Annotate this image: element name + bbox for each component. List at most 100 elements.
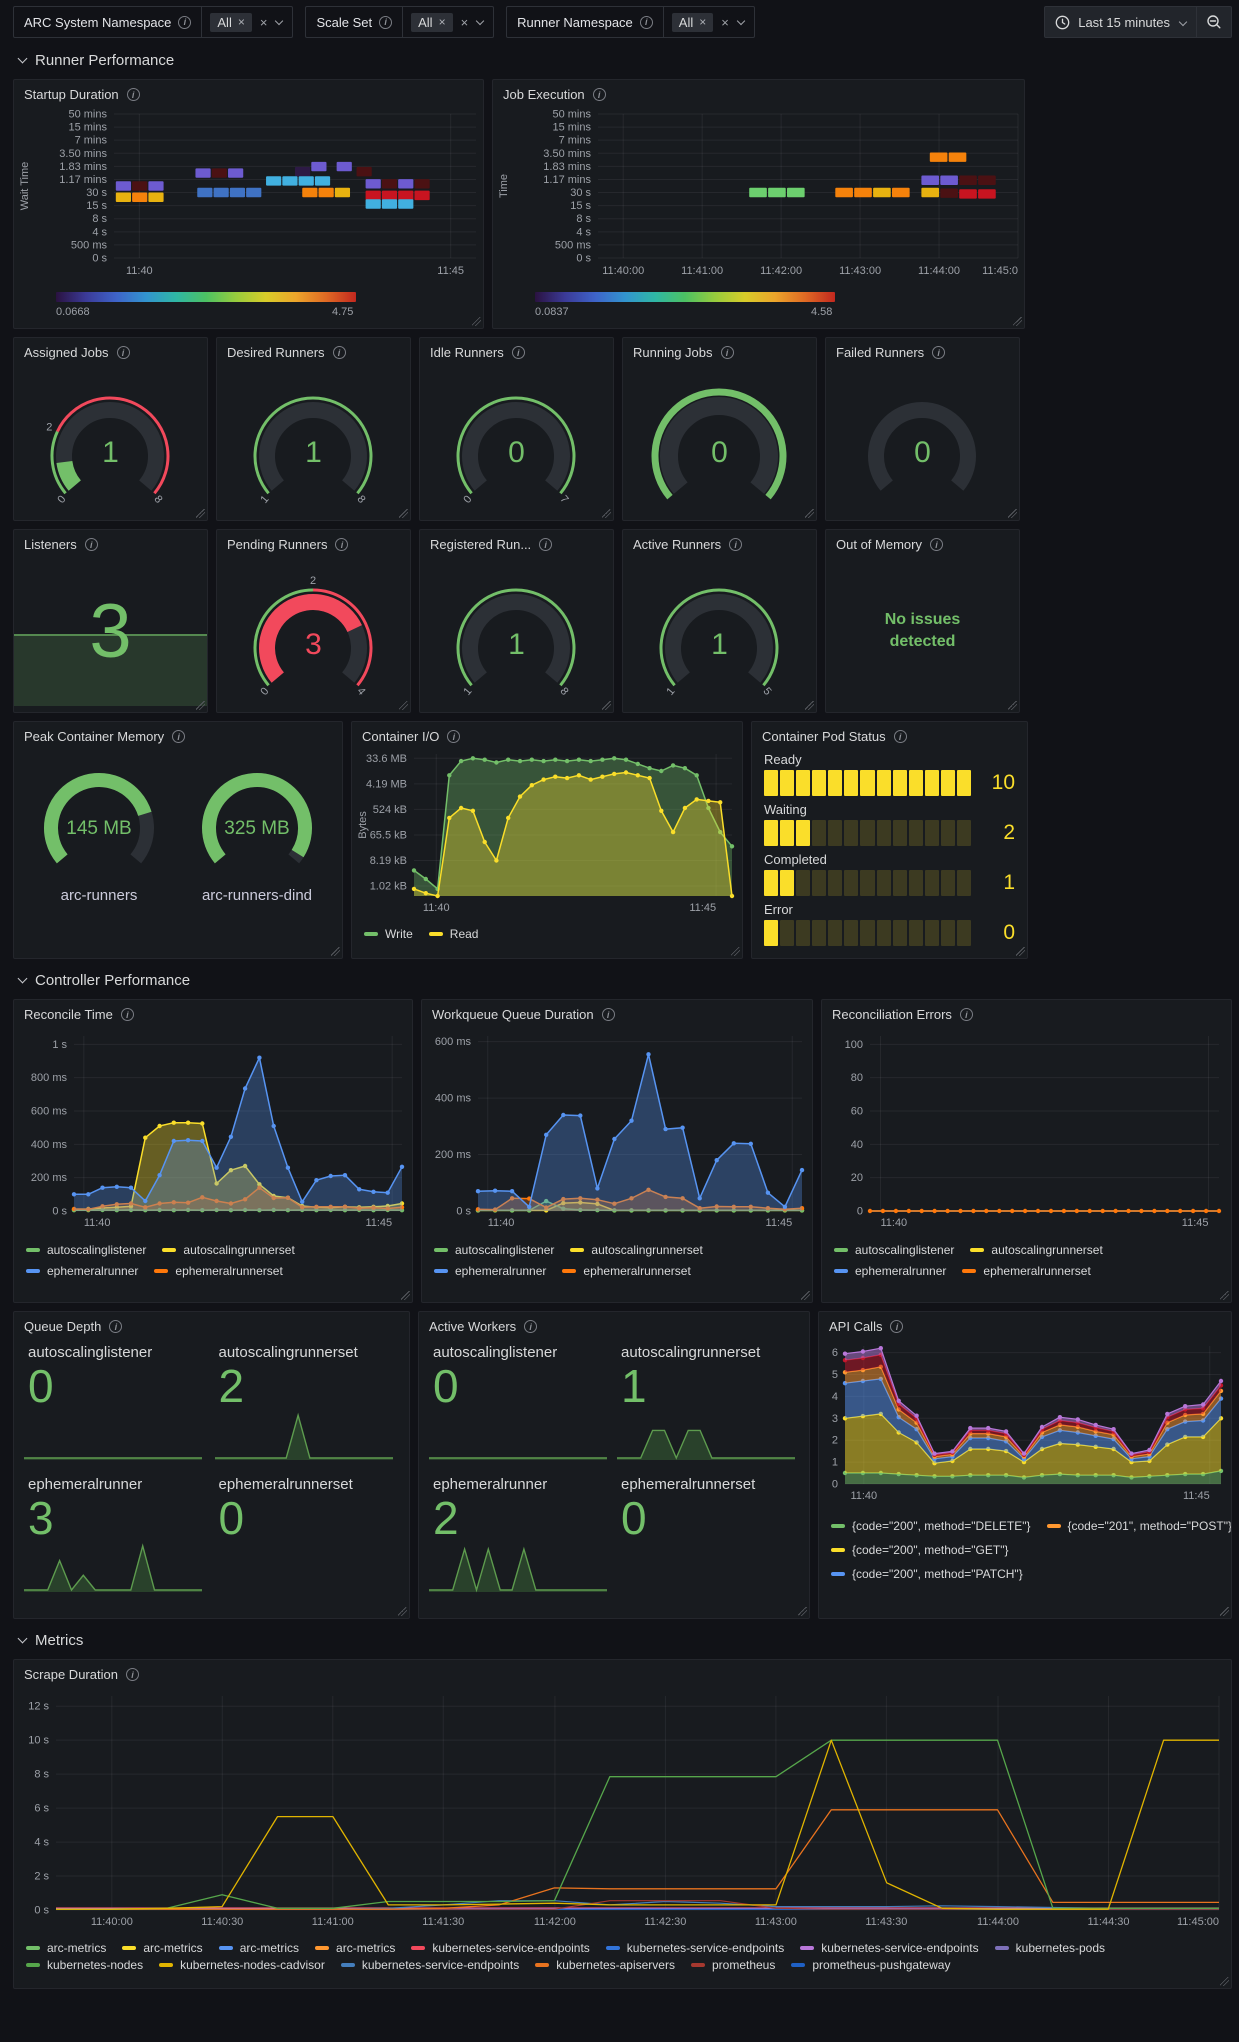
- panel-title[interactable]: API Calls: [829, 1319, 882, 1334]
- gauge[interactable]: 0 8 2 1: [14, 364, 207, 514]
- workqueue-chart[interactable]: 0 s 200 ms 400 ms 600 ms 11:40 11:45: [422, 1026, 813, 1236]
- info-icon[interactable]: i: [601, 1008, 615, 1021]
- info-icon[interactable]: i: [932, 346, 946, 359]
- filter-value-chip[interactable]: All ×: [671, 12, 714, 32]
- section-metrics[interactable]: Metrics: [17, 1629, 1232, 1651]
- legend-item[interactable]: autoscalinglistener: [434, 1243, 554, 1257]
- clear-filter-icon[interactable]: ×: [721, 15, 729, 30]
- legend-item[interactable]: arc-metrics: [122, 1941, 203, 1955]
- legend-item[interactable]: {code="200", method="PATCH"}: [831, 1567, 1023, 1581]
- errors-chart[interactable]: 0 20 40 60 80 100 11:40 11:45: [822, 1026, 1232, 1236]
- panel-title[interactable]: Running Jobs: [633, 345, 713, 360]
- info-icon[interactable]: i: [126, 88, 140, 101]
- filter-value-chip[interactable]: All ×: [210, 12, 252, 32]
- bar-gauge[interactable]: [764, 770, 972, 796]
- legend-item[interactable]: {code="201", method="POST"}: [1046, 1519, 1231, 1533]
- resize-handle[interactable]: [398, 1607, 407, 1616]
- panel-title[interactable]: Failed Runners: [836, 345, 924, 360]
- info-icon[interactable]: i: [890, 1320, 904, 1333]
- chip-remove-icon[interactable]: ×: [238, 15, 245, 29]
- api-calls-chart[interactable]: 0 1 2 3 4 5 6 11:40 11:45: [819, 1338, 1232, 1506]
- info-icon[interactable]: i: [447, 730, 461, 743]
- legend-item[interactable]: kubernetes-pods: [994, 1941, 1105, 1955]
- container-io-chart[interactable]: 33.6 MB 4.19 MB 524 kB 65.5 kB 8.19 kB 1.02 k…: [352, 748, 743, 920]
- resize-handle[interactable]: [731, 947, 740, 956]
- info-icon[interactable]: i: [84, 538, 98, 551]
- info-icon[interactable]: i: [639, 15, 653, 29]
- legend-item[interactable]: ephemeralrunner: [434, 1264, 546, 1278]
- panel-title[interactable]: Queue Depth: [24, 1319, 101, 1334]
- info-icon[interactable]: i: [524, 1320, 538, 1333]
- panel-title[interactable]: Container Pod Status: [762, 729, 886, 744]
- info-icon[interactable]: i: [172, 730, 186, 743]
- legend-item[interactable]: kubernetes-nodes: [26, 1958, 143, 1972]
- stat-cell[interactable]: ephemeralrunner 2: [429, 1472, 611, 1598]
- gauge[interactable]: 0 4 2 3: [217, 556, 410, 706]
- stat-cell[interactable]: autoscalingrunnerset 2: [214, 1340, 400, 1466]
- filter-value-chip[interactable]: All ×: [411, 12, 453, 32]
- legend-item[interactable]: ephemeralrunnerset: [154, 1264, 283, 1278]
- resize-handle[interactable]: [1008, 701, 1017, 710]
- panel-title[interactable]: Registered Run...: [430, 537, 531, 552]
- startup-duration-heatmap[interactable]: 50 mins15 mins7 mins3.50 mins1.83 mins1.…: [14, 106, 484, 284]
- memory-gauge[interactable]: 325 MB arc-runners-dind: [182, 756, 332, 904]
- info-icon[interactable]: i: [120, 1008, 134, 1021]
- resize-handle[interactable]: [1013, 317, 1022, 326]
- legend-item[interactable]: arc-metrics: [218, 1941, 299, 1955]
- legend-item[interactable]: {code="200", method="DELETE"}: [831, 1519, 1031, 1533]
- chevron-down-icon[interactable]: [275, 16, 284, 26]
- info-icon[interactable]: i: [116, 346, 130, 359]
- filter-label[interactable]: Runner Namespace i: [507, 7, 664, 37]
- resize-handle[interactable]: [805, 701, 814, 710]
- legend-item[interactable]: autoscalingrunnerset: [162, 1243, 295, 1257]
- legend-item[interactable]: prometheus-pushgateway: [791, 1958, 950, 1972]
- legend-item[interactable]: arc-metrics: [315, 1941, 395, 1955]
- panel-title[interactable]: Workqueue Queue Duration: [432, 1007, 594, 1022]
- memory-gauge[interactable]: 145 MB arc-runners: [24, 756, 174, 904]
- legend-item[interactable]: ephemeralrunnerset: [962, 1264, 1091, 1278]
- resize-handle[interactable]: [399, 509, 408, 518]
- info-icon[interactable]: i: [959, 1008, 973, 1021]
- info-icon[interactable]: i: [332, 346, 346, 359]
- resize-handle[interactable]: [602, 509, 611, 518]
- resize-handle[interactable]: [805, 509, 814, 518]
- info-icon[interactable]: i: [109, 1320, 123, 1333]
- info-icon[interactable]: i: [929, 538, 943, 551]
- legend-item[interactable]: arc-metrics: [26, 1941, 106, 1955]
- gauge[interactable]: 0: [623, 364, 816, 514]
- panel-title[interactable]: Desired Runners: [227, 345, 325, 360]
- panel-title[interactable]: Startup Duration: [24, 87, 119, 102]
- info-icon[interactable]: i: [511, 346, 525, 359]
- clear-filter-icon[interactable]: ×: [260, 15, 268, 30]
- legend-item[interactable]: Read: [428, 927, 478, 941]
- info-icon[interactable]: i: [539, 538, 553, 551]
- bar-gauge[interactable]: [764, 870, 972, 896]
- resize-handle[interactable]: [602, 701, 611, 710]
- legend-item[interactable]: kubernetes-service-endpoints: [605, 1941, 784, 1955]
- panel-title[interactable]: Assigned Jobs: [24, 345, 109, 360]
- section-controller-performance[interactable]: Controller Performance: [17, 969, 1232, 991]
- resize-handle[interactable]: [798, 1607, 807, 1616]
- legend-item[interactable]: kubernetes-service-endpoints: [800, 1941, 979, 1955]
- panel-title[interactable]: Reconcile Time: [24, 1007, 113, 1022]
- panel-title[interactable]: Active Workers: [429, 1319, 516, 1334]
- time-range-picker[interactable]: Last 15 minutes: [1045, 7, 1197, 37]
- panel-title[interactable]: Active Runners: [633, 537, 721, 552]
- panel-title[interactable]: Peak Container Memory: [24, 729, 164, 744]
- stat-cell[interactable]: autoscalinglistener 0: [24, 1340, 209, 1466]
- gauge[interactable]: 1 8 1: [217, 364, 410, 514]
- resize-handle[interactable]: [196, 509, 205, 518]
- info-icon[interactable]: i: [893, 730, 907, 743]
- clear-filter-icon[interactable]: ×: [461, 15, 469, 30]
- info-icon[interactable]: i: [379, 15, 393, 29]
- resize-handle[interactable]: [472, 317, 481, 326]
- stat-cell[interactable]: ephemeralrunnerset 0: [617, 1472, 799, 1598]
- resize-handle[interactable]: [401, 1291, 410, 1300]
- chevron-down-icon[interactable]: [475, 16, 485, 26]
- legend-item[interactable]: ephemeralrunnerset: [562, 1264, 691, 1278]
- panel-title[interactable]: Container I/O: [362, 729, 439, 744]
- gauge[interactable]: 0: [826, 364, 1019, 514]
- chip-remove-icon[interactable]: ×: [439, 15, 446, 29]
- legend-item[interactable]: autoscalingrunnerset: [970, 1243, 1103, 1257]
- resize-handle[interactable]: [1016, 947, 1025, 956]
